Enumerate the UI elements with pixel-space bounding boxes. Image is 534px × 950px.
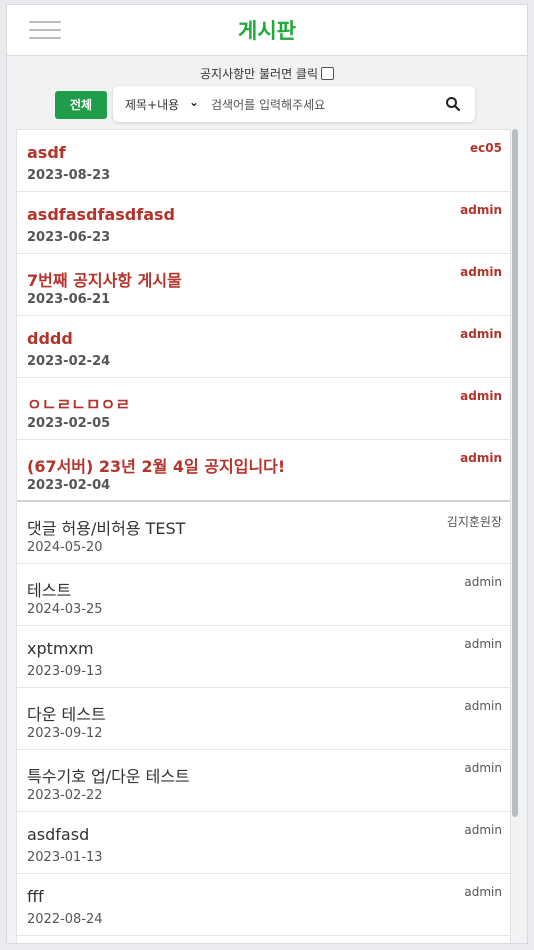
post-title: 테스트 (27, 581, 72, 600)
search-input[interactable] (209, 94, 433, 116)
post-date: 2023-08-23 (27, 168, 111, 183)
post-item[interactable]: xptmxm 2023-09-13 admin (17, 626, 510, 688)
post-title: dddd (27, 329, 73, 348)
post-title: ㅇㄴㄹㄴㅁㅇㄹ (27, 395, 131, 414)
post-author: admin (464, 637, 502, 651)
post-item[interactable]: 테스트 2024-03-25 admin (17, 564, 510, 626)
notice-only-checkbox[interactable] (321, 67, 335, 80)
post-date: 2023-09-12 (27, 726, 103, 741)
notice-filter: 공지사항만 불러면 클릭 (7, 65, 527, 82)
post-date: 2023-06-21 (27, 292, 111, 307)
post-author: admin (460, 265, 502, 279)
post-title: 댓글 허용/비허용 TEST (27, 519, 186, 538)
notice-item[interactable]: asdf 2023-08-23 ec05 (17, 130, 510, 192)
app-header: 게시판 (7, 5, 527, 56)
search-bar: 제목+내용 ⌄ (113, 86, 475, 122)
post-date: 2024-03-25 (27, 602, 103, 617)
post-date: 2023-02-04 (27, 478, 111, 493)
post-author: 김지훈원장 (446, 515, 502, 529)
all-button[interactable]: 전체 (55, 91, 107, 119)
post-title: asdfasd (27, 825, 90, 844)
post-author: admin (464, 699, 502, 713)
post-item[interactable]: asdfasd 2023-01-13 admin (17, 812, 510, 874)
post-author: admin (464, 823, 502, 837)
post-title: 7번째 공지사항 게시물 (27, 271, 182, 290)
post-item[interactable]: 다운 테스트 2023-09-12 admin (17, 688, 510, 750)
post-author: admin (464, 885, 502, 899)
search-icon[interactable] (445, 96, 461, 112)
post-author: ec05 (470, 141, 502, 155)
post-author: admin (464, 761, 502, 775)
post-date: 2024-05-20 (27, 540, 103, 555)
post-author: admin (460, 203, 502, 217)
notice-item[interactable]: 7번째 공지사항 게시물 2023-06-21 admin (17, 254, 510, 316)
post-list: asdf 2023-08-23 ec05 asdfasdfasdfasd 202… (16, 129, 511, 943)
post-title: asdfasdfasdfasd (27, 205, 175, 224)
post-title: asdf (27, 143, 66, 162)
notice-item[interactable]: asdfasdfasdfasd 2023-06-23 admin (17, 192, 510, 254)
post-date: 2023-02-24 (27, 354, 111, 369)
post-title: xptmxm (27, 639, 94, 658)
post-author: admin (460, 451, 502, 465)
post-title: fff (27, 887, 44, 906)
chevron-down-icon[interactable]: ⌄ (189, 95, 199, 109)
post-date: 2023-09-13 (27, 664, 103, 679)
notice-filter-label: 공지사항만 불러면 클릭 (199, 67, 319, 81)
post-item[interactable]: fff 2022-08-24 admin (17, 874, 510, 936)
post-author: admin (464, 575, 502, 589)
list-scrollbar[interactable] (512, 129, 518, 817)
post-date: 2023-01-13 (27, 850, 103, 865)
post-item[interactable]: 댓글 허용/비허용 TEST 2024-05-20 김지훈원장 (17, 502, 510, 564)
notice-item[interactable]: (67서버) 23년 2월 4일 공지입니다! 2023-02-04 admin (17, 440, 510, 502)
page-title: 게시판 (238, 19, 296, 43)
post-author: admin (460, 389, 502, 403)
post-date: 2023-02-05 (27, 416, 111, 431)
post-author: admin (460, 327, 502, 341)
notice-item[interactable]: ㅇㄴㄹㄴㅁㅇㄹ 2023-02-05 admin (17, 378, 510, 440)
post-date: 2023-02-22 (27, 788, 103, 803)
post-title: 특수기호 업/다운 테스트 (27, 767, 190, 786)
app-frame: 게시판 공지사항만 불러면 클릭 전체 제목+내용 ⌄ asdf 2023-08… (6, 4, 528, 944)
post-date: 2023-06-23 (27, 230, 111, 245)
post-title: 다운 테스트 (27, 705, 106, 724)
notice-item[interactable]: dddd 2023-02-24 admin (17, 316, 510, 378)
post-title: (67서버) 23년 2월 4일 공지입니다! (27, 457, 286, 476)
post-date: 2022-08-24 (27, 912, 103, 927)
post-item[interactable]: 특수기호 업/다운 테스트 2023-02-22 admin (17, 750, 510, 812)
search-field-select[interactable]: 제목+내용 (125, 96, 199, 113)
